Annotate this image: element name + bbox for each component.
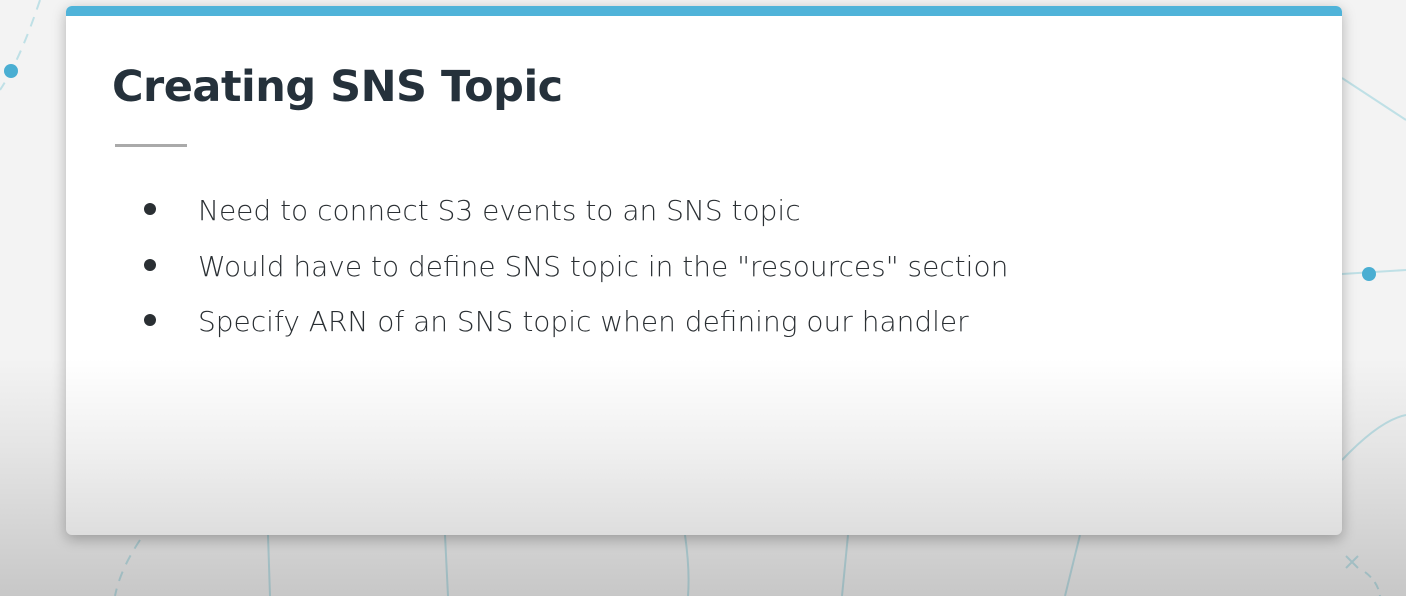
- node-dot: [4, 64, 18, 78]
- bullet-item: Would have to define SNS topic in the "r…: [144, 250, 1008, 306]
- title-divider: [115, 144, 187, 147]
- node-dot: [1362, 267, 1376, 281]
- slide-accent-bar: [66, 6, 1342, 16]
- bullet-item: Specify ARN of an SNS topic when definin…: [144, 305, 1008, 361]
- bullet-text: Would have to define SNS topic in the "r…: [198, 249, 1009, 283]
- bullet-icon: [144, 203, 156, 215]
- bullet-icon: [144, 258, 156, 271]
- bullet-text: Need to connect S3 events to an SNS topi…: [198, 194, 801, 227]
- bullet-item: Need to connect S3 events to an SNS topi…: [144, 194, 1008, 250]
- bullet-list: Need to connect S3 events to an SNS topi…: [144, 194, 1008, 361]
- bullet-text: Specify ARN of an SNS topic when definin…: [198, 305, 969, 338]
- slide-title: Creating SNS Topic: [112, 62, 563, 112]
- slide-card: Creating SNS Topic Need to connect S3 ev…: [66, 6, 1342, 535]
- bullet-icon: [144, 314, 156, 326]
